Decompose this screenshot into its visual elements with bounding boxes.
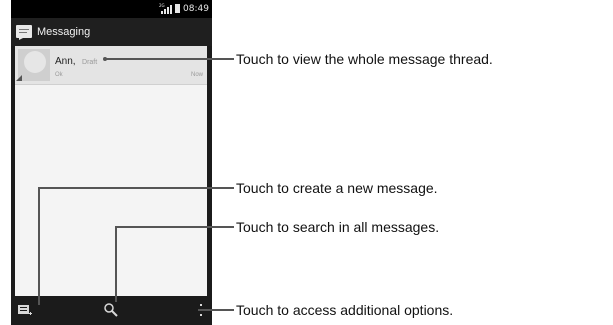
action-bar: Messaging [11, 18, 212, 46]
callout-line-options [198, 309, 234, 311]
callout-line-search-horizontal [115, 226, 234, 228]
callout-line-thread [104, 58, 234, 60]
message-timestamp: Now [190, 72, 203, 78]
app-title: Messaging [37, 26, 91, 38]
new-message-icon[interactable] [17, 302, 33, 318]
messaging-icon[interactable] [16, 24, 32, 40]
signal-icon: 2G [159, 3, 172, 14]
search-icon[interactable] [103, 302, 119, 318]
quick-contact-badge-icon [16, 75, 22, 81]
contact-name: Ann [55, 56, 73, 67]
contact-placeholder-icon [24, 51, 46, 73]
bottom-action-bar [11, 296, 212, 325]
callout-line-new-horizontal [38, 187, 234, 189]
battery-icon [175, 4, 180, 13]
draft-label: Draft [82, 59, 98, 66]
avatar[interactable] [16, 49, 50, 81]
callout-thread-text: Touch to view the whole message thread. [236, 51, 493, 67]
callout-new-message-text: Touch to create a new message. [236, 180, 438, 196]
message-snippet: Ok [55, 72, 63, 78]
callout-line-new-vertical [38, 187, 40, 305]
status-time: 08:49 [183, 4, 209, 14]
status-bar: 2G 08:49 [11, 0, 212, 18]
list-item[interactable]: Ann, Draft Ok Now [15, 46, 207, 85]
callout-line-search-vertical [115, 226, 117, 302]
phone-screen: 2G 08:49 Messaging Ann, Draft Ok Now [11, 0, 212, 325]
thread-header: Ann, Draft [55, 51, 97, 69]
callout-options-text: Touch to access additional options. [236, 302, 454, 318]
network-type-label: 2G [159, 3, 165, 8]
callout-dot-thread [103, 57, 107, 61]
conversation-list: Ann, Draft Ok Now [15, 46, 207, 296]
name-separator: , [72, 56, 76, 67]
callout-search-text: Touch to search in all messages. [236, 219, 440, 235]
